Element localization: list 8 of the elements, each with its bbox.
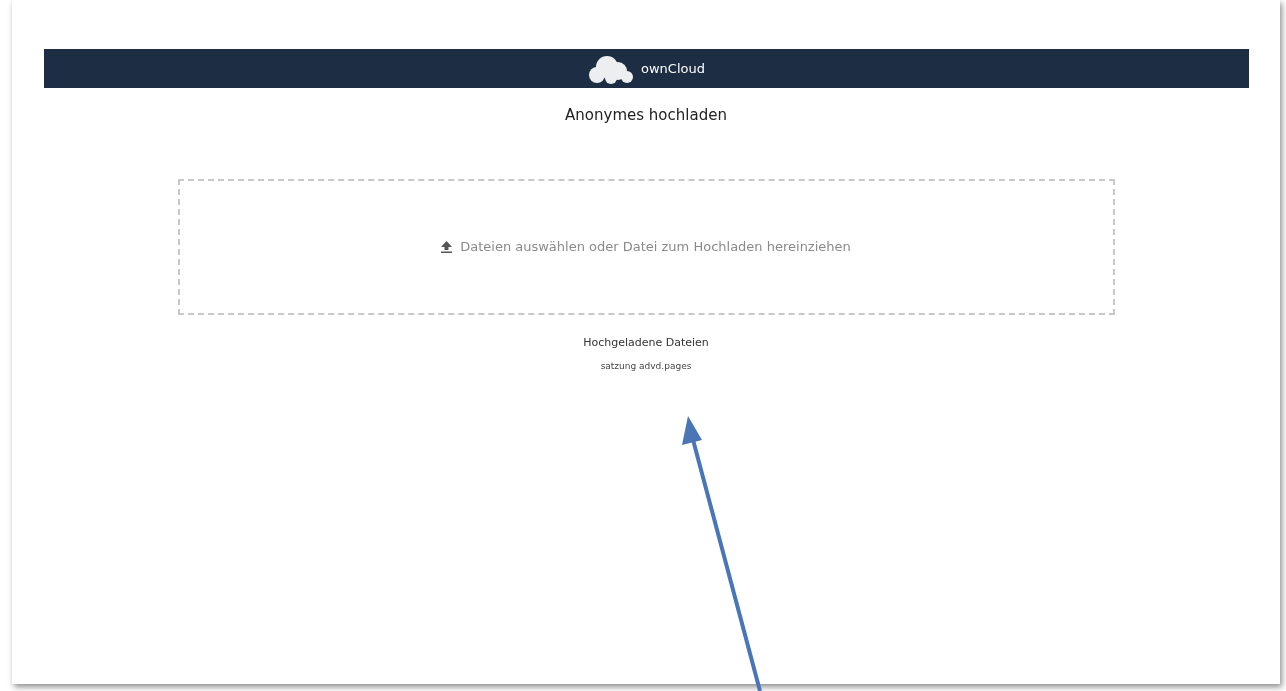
drop-zone-label: Dateien auswählen oder Datei zum Hochladen hereinziehen [460,237,851,256]
uploaded-heading: Hochgeladene Dateien [583,334,709,351]
page-title: Anonymes hochladen [565,105,727,126]
cloud-logo-icon [587,53,635,84]
upload-icon [441,240,453,253]
uploaded-file-name: satzung advd.pages [600,360,692,373]
drop-zone[interactable]: Dateien auswählen oder Datei zum Hochladen hereinziehen [177,178,1115,315]
brand-name: ownCloud [641,59,705,78]
